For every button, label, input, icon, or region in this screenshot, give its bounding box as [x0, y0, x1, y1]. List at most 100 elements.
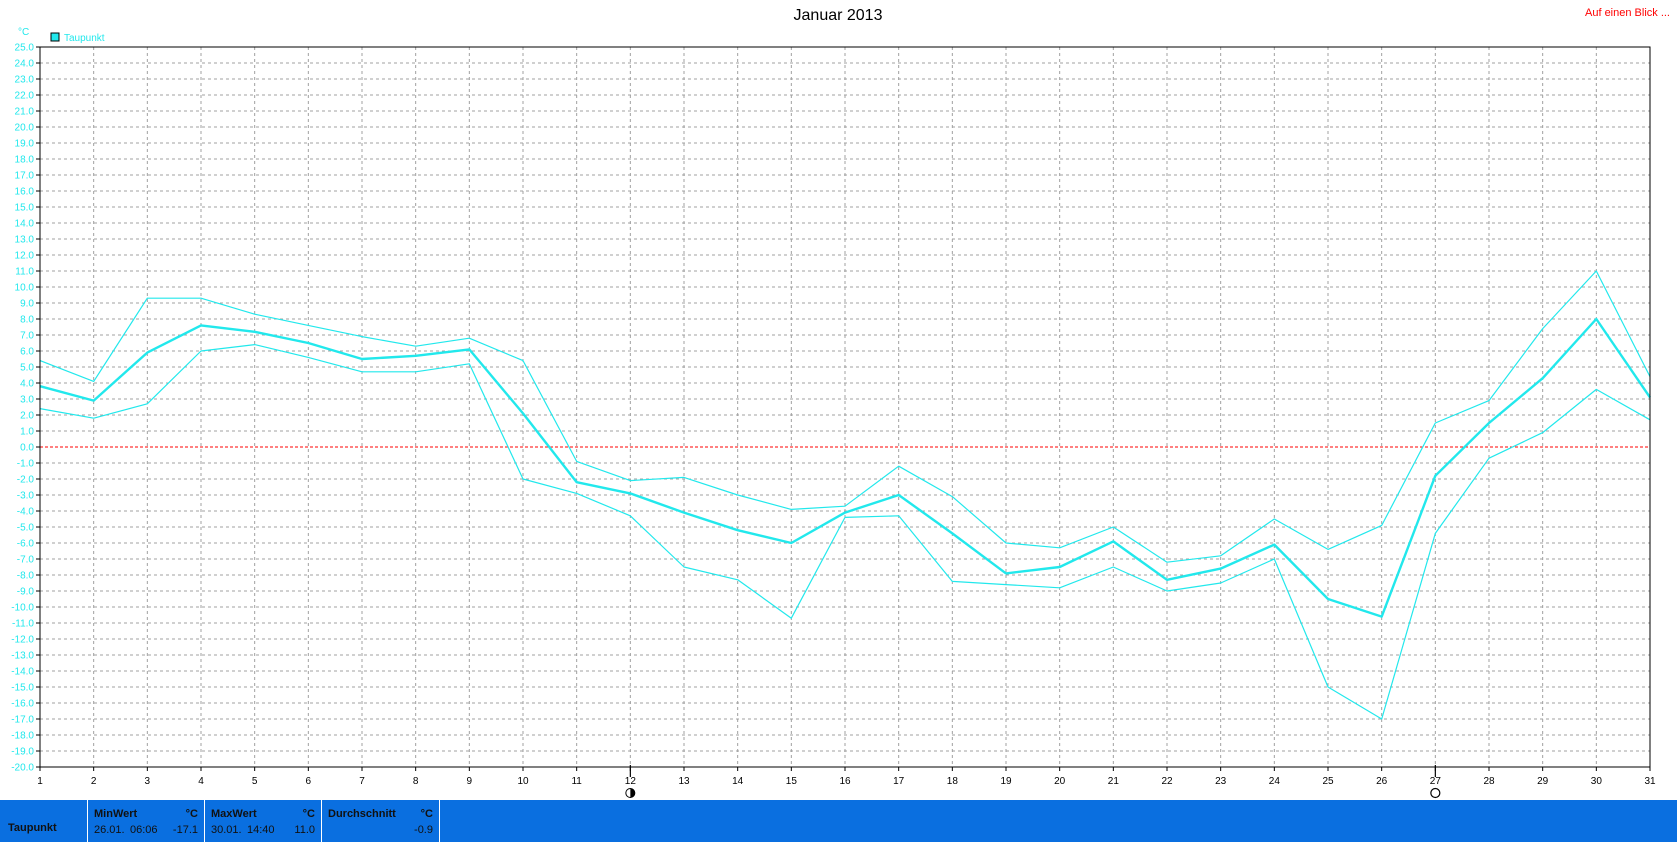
stats-series-cell: Taupunkt — [0, 800, 88, 842]
y-tick-label: -11.0 — [12, 619, 34, 630]
y-tick-label: -7.0 — [17, 555, 35, 566]
x-tick-label: 26 — [1376, 776, 1388, 787]
y-tick-label: 23.0 — [15, 75, 35, 86]
stats-series-name: Taupunkt — [8, 822, 57, 834]
x-tick-label: 20 — [1054, 776, 1066, 787]
min-date: 26.01. — [94, 824, 125, 836]
y-tick-label: 17.0 — [15, 171, 35, 182]
x-tick-label: 27 — [1430, 776, 1442, 787]
x-tick-label: 18 — [947, 776, 959, 787]
avg-value: -0.9 — [414, 824, 433, 836]
legend-series-label: Taupunkt — [64, 33, 105, 44]
y-tick-label: -9.0 — [17, 587, 35, 598]
full-moon-icon — [1430, 787, 1441, 799]
y-tick-label: -8.0 — [17, 571, 35, 582]
chart-area: Januar 2013 Auf einen Blick ... °C Taupu… — [11, 7, 1670, 799]
y-tick-label: 16.0 — [15, 187, 35, 198]
x-tick-label: 22 — [1161, 776, 1173, 787]
legend-swatch — [50, 32, 60, 42]
max-value: 11.0 — [294, 824, 315, 836]
x-tick-label: 3 — [145, 776, 151, 787]
moon-phase-markers — [625, 765, 1441, 799]
y-tick-label: -5.0 — [17, 523, 35, 534]
y-tick-label: 19.0 — [15, 139, 35, 150]
max-label: MaxWert — [211, 808, 257, 820]
x-tick-label: 6 — [306, 776, 312, 787]
y-tick-label: -15.0 — [11, 683, 34, 694]
x-tick-label: 10 — [517, 776, 529, 787]
y-tick-label: 13.0 — [15, 235, 35, 246]
x-tick-label: 16 — [839, 776, 851, 787]
x-tick-label: 7 — [359, 776, 365, 787]
y-tick-label: 7.0 — [20, 331, 34, 342]
x-tick-label: 11 — [571, 776, 582, 787]
overview-link[interactable]: Auf einen Blick ... — [1585, 7, 1670, 19]
y-tick-label: 0.0 — [20, 443, 34, 454]
y-tick-label: 3.0 — [20, 395, 34, 406]
y-tick-label: 25.0 — [15, 43, 35, 54]
y-tick-label: 11.0 — [15, 267, 34, 278]
y-tick-label: -3.0 — [17, 491, 35, 502]
y-tick-label: 12.0 — [15, 251, 35, 262]
stats-bar: Taupunkt MinWert °C 26.01. 06:06 -17.1 M… — [0, 800, 1677, 842]
x-tick-label: 13 — [678, 776, 690, 787]
y-tick-label: -16.0 — [11, 699, 34, 710]
y-tick-label: 20.0 — [15, 123, 35, 134]
y-tick-label: 24.0 — [15, 59, 35, 70]
series-line-min — [39, 344, 1651, 720]
y-tick-label: 4.0 — [20, 379, 34, 390]
max-time: 14:40 — [247, 824, 275, 836]
max-unit: °C — [302, 808, 315, 820]
y-axis-ticks: -20.0 -19.0 -18.0 -17.0 -16.0 -15.0 -14.0 -13.0… — [11, 43, 40, 774]
avg-unit: °C — [420, 808, 433, 820]
x-tick-label: 14 — [732, 776, 744, 787]
grid-layer — [40, 47, 1650, 767]
y-tick-label: 22.0 — [15, 91, 35, 102]
stats-avg-cell: Durchschnitt °C -0.9 — [322, 800, 440, 842]
avg-label: Durchschnitt — [328, 808, 396, 820]
x-tick-label: 25 — [1322, 776, 1334, 787]
y-tick-label: -19.0 — [11, 747, 34, 758]
y-tick-label: -4.0 — [17, 507, 35, 518]
x-tick-label: 5 — [252, 776, 258, 787]
y-tick-label: 15.0 — [15, 203, 35, 214]
y-tick-label: -13.0 — [11, 651, 34, 662]
min-time: 06:06 — [130, 824, 158, 836]
x-tick-label: 15 — [786, 776, 798, 787]
y-axis-unit-label: °C — [18, 27, 29, 38]
x-tick-label: 2 — [91, 776, 97, 787]
y-tick-label: 2.0 — [20, 411, 34, 422]
stats-max-cell: MaxWert °C 30.01. 14:40 11.0 — [205, 800, 322, 842]
x-tick-label: 4 — [198, 776, 204, 787]
y-tick-label: -1.0 — [17, 459, 35, 470]
y-tick-label: 1.0 — [20, 427, 34, 438]
y-tick-label: 5.0 — [20, 363, 34, 374]
x-tick-label: 21 — [1108, 776, 1120, 787]
x-tick-label: 31 — [1644, 776, 1656, 787]
x-tick-label: 30 — [1591, 776, 1603, 787]
min-label: MinWert — [94, 808, 138, 820]
chart-title: Januar 2013 — [794, 7, 883, 24]
y-tick-label: -18.0 — [11, 731, 34, 742]
y-tick-label: -2.0 — [17, 475, 35, 486]
y-tick-label: -14.0 — [11, 667, 34, 678]
y-tick-label: -20.0 — [11, 763, 34, 774]
x-tick-label: 17 — [893, 776, 905, 787]
x-tick-label: 9 — [467, 776, 473, 787]
y-tick-label: 21.0 — [15, 107, 35, 118]
y-tick-label: -17.0 — [11, 715, 34, 726]
y-tick-label: 18.0 — [15, 155, 35, 166]
x-axis-ticks: 1 2 3 4 5 6 7 8 9 10 11 12 13 14 15 16 17 18 19 20 21 22 23 24 2… — [37, 767, 1656, 787]
x-tick-label: 29 — [1537, 776, 1549, 787]
max-date: 30.01. — [211, 824, 242, 836]
x-tick-label: 12 — [625, 776, 637, 787]
min-unit: °C — [185, 808, 198, 820]
y-tick-label: 8.0 — [20, 315, 34, 326]
y-tick-label: -12.0 — [11, 635, 34, 646]
y-tick-label: 6.0 — [20, 347, 34, 358]
y-tick-label: 14.0 — [15, 219, 35, 230]
stats-min-cell: MinWert °C 26.01. 06:06 -17.1 — [88, 800, 205, 842]
y-tick-label: -10.0 — [11, 603, 34, 614]
x-tick-label: 28 — [1483, 776, 1495, 787]
y-tick-label: 9.0 — [20, 299, 34, 310]
